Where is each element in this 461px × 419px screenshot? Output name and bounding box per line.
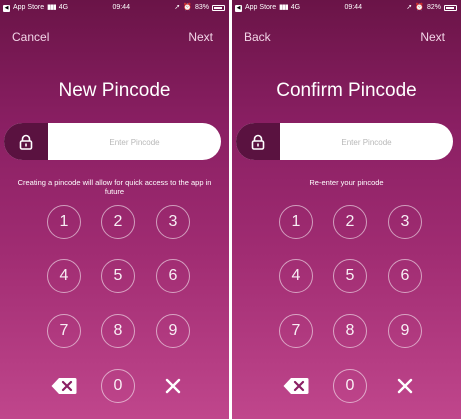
backspace-button[interactable] bbox=[279, 369, 313, 403]
signal-icon: ▮▮▮ bbox=[47, 4, 57, 11]
page-title: Confirm Pincode bbox=[276, 80, 417, 101]
lock-icon-box bbox=[236, 123, 280, 160]
key-0[interactable]: 0 bbox=[333, 369, 367, 403]
alarm-icon: ⏰ bbox=[183, 4, 192, 11]
key-5[interactable]: 5 bbox=[101, 259, 135, 293]
pincode-field bbox=[4, 123, 221, 160]
battery-percent: 82% bbox=[426, 4, 441, 11]
time-label: 09:44 bbox=[112, 4, 130, 11]
app-root: ◀ App Store ▮▮▮ 4G 09:44 ➚ ⏰ 83% Cancel … bbox=[0, 0, 461, 419]
key-7[interactable]: 7 bbox=[47, 314, 81, 348]
status-bar: ◀ App Store ▮▮▮ 4G 09:44 ➚ ⏰ 82% bbox=[232, 0, 461, 16]
confirm-pincode-screen: ◀ App Store ▮▮▮ 4G 09:44 ➚ ⏰ 82% Back Ne… bbox=[232, 0, 461, 419]
pincode-hint: Re-enter your pincode bbox=[309, 178, 384, 187]
key-4[interactable]: 4 bbox=[279, 259, 313, 293]
new-pincode-screen: ◀ App Store ▮▮▮ 4G 09:44 ➚ ⏰ 83% Cancel … bbox=[0, 0, 229, 419]
alarm-icon: ⏰ bbox=[415, 4, 424, 11]
nav-bar: Back Next bbox=[232, 30, 461, 44]
back-to-app-icon[interactable]: ◀ bbox=[3, 4, 10, 12]
time-label: 09:44 bbox=[344, 4, 362, 11]
carrier-label: App Store bbox=[13, 4, 45, 11]
back-button[interactable]: Back bbox=[244, 30, 271, 44]
network-label: 4G bbox=[58, 4, 69, 11]
key-1[interactable]: 1 bbox=[279, 205, 313, 239]
pincode-hint: Creating a pincode will allow for quick … bbox=[17, 178, 212, 196]
close-icon bbox=[397, 378, 413, 394]
signal-icon: ▮▮▮ bbox=[279, 4, 289, 11]
close-icon bbox=[165, 378, 181, 394]
location-icon: ➚ bbox=[406, 4, 413, 11]
network-label: 4G bbox=[290, 4, 301, 11]
back-to-app-icon[interactable]: ◀ bbox=[235, 4, 242, 12]
key-9[interactable]: 9 bbox=[388, 314, 422, 348]
backspace-button[interactable] bbox=[47, 369, 81, 403]
lock-icon-box bbox=[4, 123, 48, 160]
key-8[interactable]: 8 bbox=[101, 314, 135, 348]
pincode-field bbox=[236, 123, 453, 160]
pincode-input[interactable] bbox=[48, 123, 221, 160]
location-icon: ➚ bbox=[174, 4, 181, 11]
next-button[interactable]: Next bbox=[420, 30, 445, 44]
next-button[interactable]: Next bbox=[188, 30, 213, 44]
lock-icon bbox=[251, 134, 265, 150]
backspace-icon bbox=[283, 378, 309, 394]
battery-icon bbox=[444, 5, 457, 11]
carrier-label: App Store bbox=[245, 4, 277, 11]
battery-percent: 83% bbox=[194, 4, 209, 11]
key-8[interactable]: 8 bbox=[333, 314, 367, 348]
key-3[interactable]: 3 bbox=[388, 205, 422, 239]
key-3[interactable]: 3 bbox=[156, 205, 190, 239]
key-0[interactable]: 0 bbox=[101, 369, 135, 403]
pincode-input[interactable] bbox=[280, 123, 453, 160]
key-2[interactable]: 2 bbox=[333, 205, 367, 239]
status-bar: ◀ App Store ▮▮▮ 4G 09:44 ➚ ⏰ 83% bbox=[0, 0, 229, 16]
clear-button[interactable] bbox=[156, 369, 190, 403]
key-7[interactable]: 7 bbox=[279, 314, 313, 348]
cancel-button[interactable]: Cancel bbox=[12, 30, 49, 44]
key-6[interactable]: 6 bbox=[156, 259, 190, 293]
backspace-icon bbox=[51, 378, 77, 394]
key-5[interactable]: 5 bbox=[333, 259, 367, 293]
battery-icon bbox=[212, 5, 225, 11]
key-9[interactable]: 9 bbox=[156, 314, 190, 348]
key-6[interactable]: 6 bbox=[388, 259, 422, 293]
key-4[interactable]: 4 bbox=[47, 259, 81, 293]
key-1[interactable]: 1 bbox=[47, 205, 81, 239]
clear-button[interactable] bbox=[388, 369, 422, 403]
nav-bar: Cancel Next bbox=[0, 30, 229, 44]
key-2[interactable]: 2 bbox=[101, 205, 135, 239]
lock-icon bbox=[19, 134, 33, 150]
page-title: New Pincode bbox=[58, 80, 171, 101]
